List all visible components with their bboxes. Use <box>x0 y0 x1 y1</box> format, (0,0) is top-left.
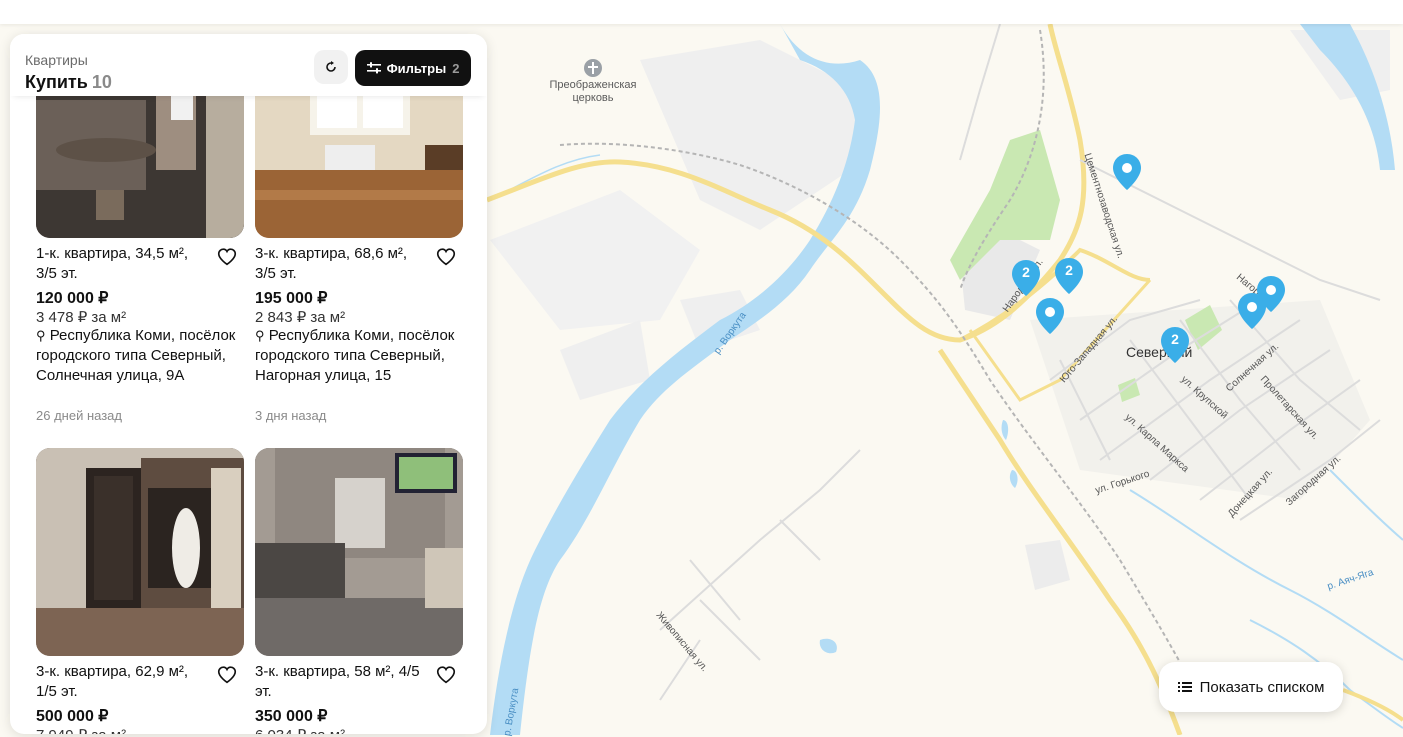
page-title: Купить 10 <box>25 72 112 93</box>
listing-price: 350 000 ₽ <box>255 708 328 725</box>
listing-price-per-sqm: 2 843 ₽ за м² <box>255 309 346 326</box>
listing-address: ⚲ Республика Коми, посёлок городского ти… <box>255 327 455 384</box>
favorite-heart-icon[interactable] <box>216 664 238 686</box>
map-marker-cluster[interactable]: 2 <box>1012 260 1040 301</box>
filters-label: Фильтры <box>386 60 447 76</box>
map-marker[interactable] <box>1113 154 1141 195</box>
favorite-heart-icon[interactable] <box>435 664 457 686</box>
listing-date: 26 дней назад <box>36 408 122 423</box>
location-pin-icon: ⚲ <box>36 328 46 343</box>
map-marker[interactable] <box>1036 298 1064 339</box>
filters-button[interactable]: Фильтры 2 <box>355 50 471 86</box>
listing-price-per-sqm: 6 034 ₽ за м² <box>255 726 345 734</box>
listings-panel: Квартиры Купить 10 Фильтры 2 1-к. квартир… <box>10 34 487 734</box>
show-as-list-button[interactable]: Показать списком <box>1159 662 1343 712</box>
filters-count: 2 <box>452 60 460 76</box>
category-label: Квартиры <box>25 52 88 68</box>
filter-sliders-icon <box>366 62 381 74</box>
listing-address: ⚲ Республика Коми, посёлок городского ти… <box>36 327 236 384</box>
cluster-count: 2 <box>1022 264 1030 280</box>
listing-photo[interactable] <box>36 448 244 656</box>
listing-price: 195 000 ₽ <box>255 290 328 307</box>
map-marker[interactable] <box>1238 293 1266 334</box>
panel-header: Квартиры Купить 10 Фильтры 2 <box>10 34 487 96</box>
list-icon <box>1177 682 1192 692</box>
top-bar <box>0 0 1403 24</box>
results-count: 10 <box>91 72 112 92</box>
listing-price-per-sqm: 3 478 ₽ за м² <box>36 309 127 326</box>
listing-title[interactable]: 3-к. квартира, 62,9 м², 1/5 эт. <box>36 662 211 702</box>
listing-price: 500 000 ₽ <box>36 708 109 725</box>
listing-title[interactable]: 3-к. квартира, 68,6 м², 3/5 эт. <box>255 244 430 284</box>
reset-button[interactable] <box>314 50 348 84</box>
map-marker-cluster[interactable]: 2 <box>1161 327 1189 368</box>
title-text: Купить <box>25 72 88 92</box>
listing-date: 3 дня назад <box>255 408 327 423</box>
show-as-list-label: Показать списком <box>1199 678 1325 696</box>
cluster-count: 2 <box>1065 262 1073 278</box>
cluster-count: 2 <box>1171 331 1179 347</box>
favorite-heart-icon[interactable] <box>435 246 457 268</box>
listing-photo[interactable] <box>255 448 463 656</box>
listing-price-per-sqm: 7 949 ₽ за м² <box>36 726 126 734</box>
listing-price: 120 000 ₽ <box>36 290 109 307</box>
refresh-icon <box>326 61 336 72</box>
location-pin-icon: ⚲ <box>255 328 265 343</box>
listing-title[interactable]: 3-к. квартира, 58 м², 4/5 эт. <box>255 662 430 702</box>
map-marker-cluster[interactable]: 2 <box>1055 258 1083 299</box>
favorite-heart-icon[interactable] <box>216 246 238 268</box>
listing-title[interactable]: 1-к. квартира, 34,5 м², 3/5 эт. <box>36 244 211 284</box>
